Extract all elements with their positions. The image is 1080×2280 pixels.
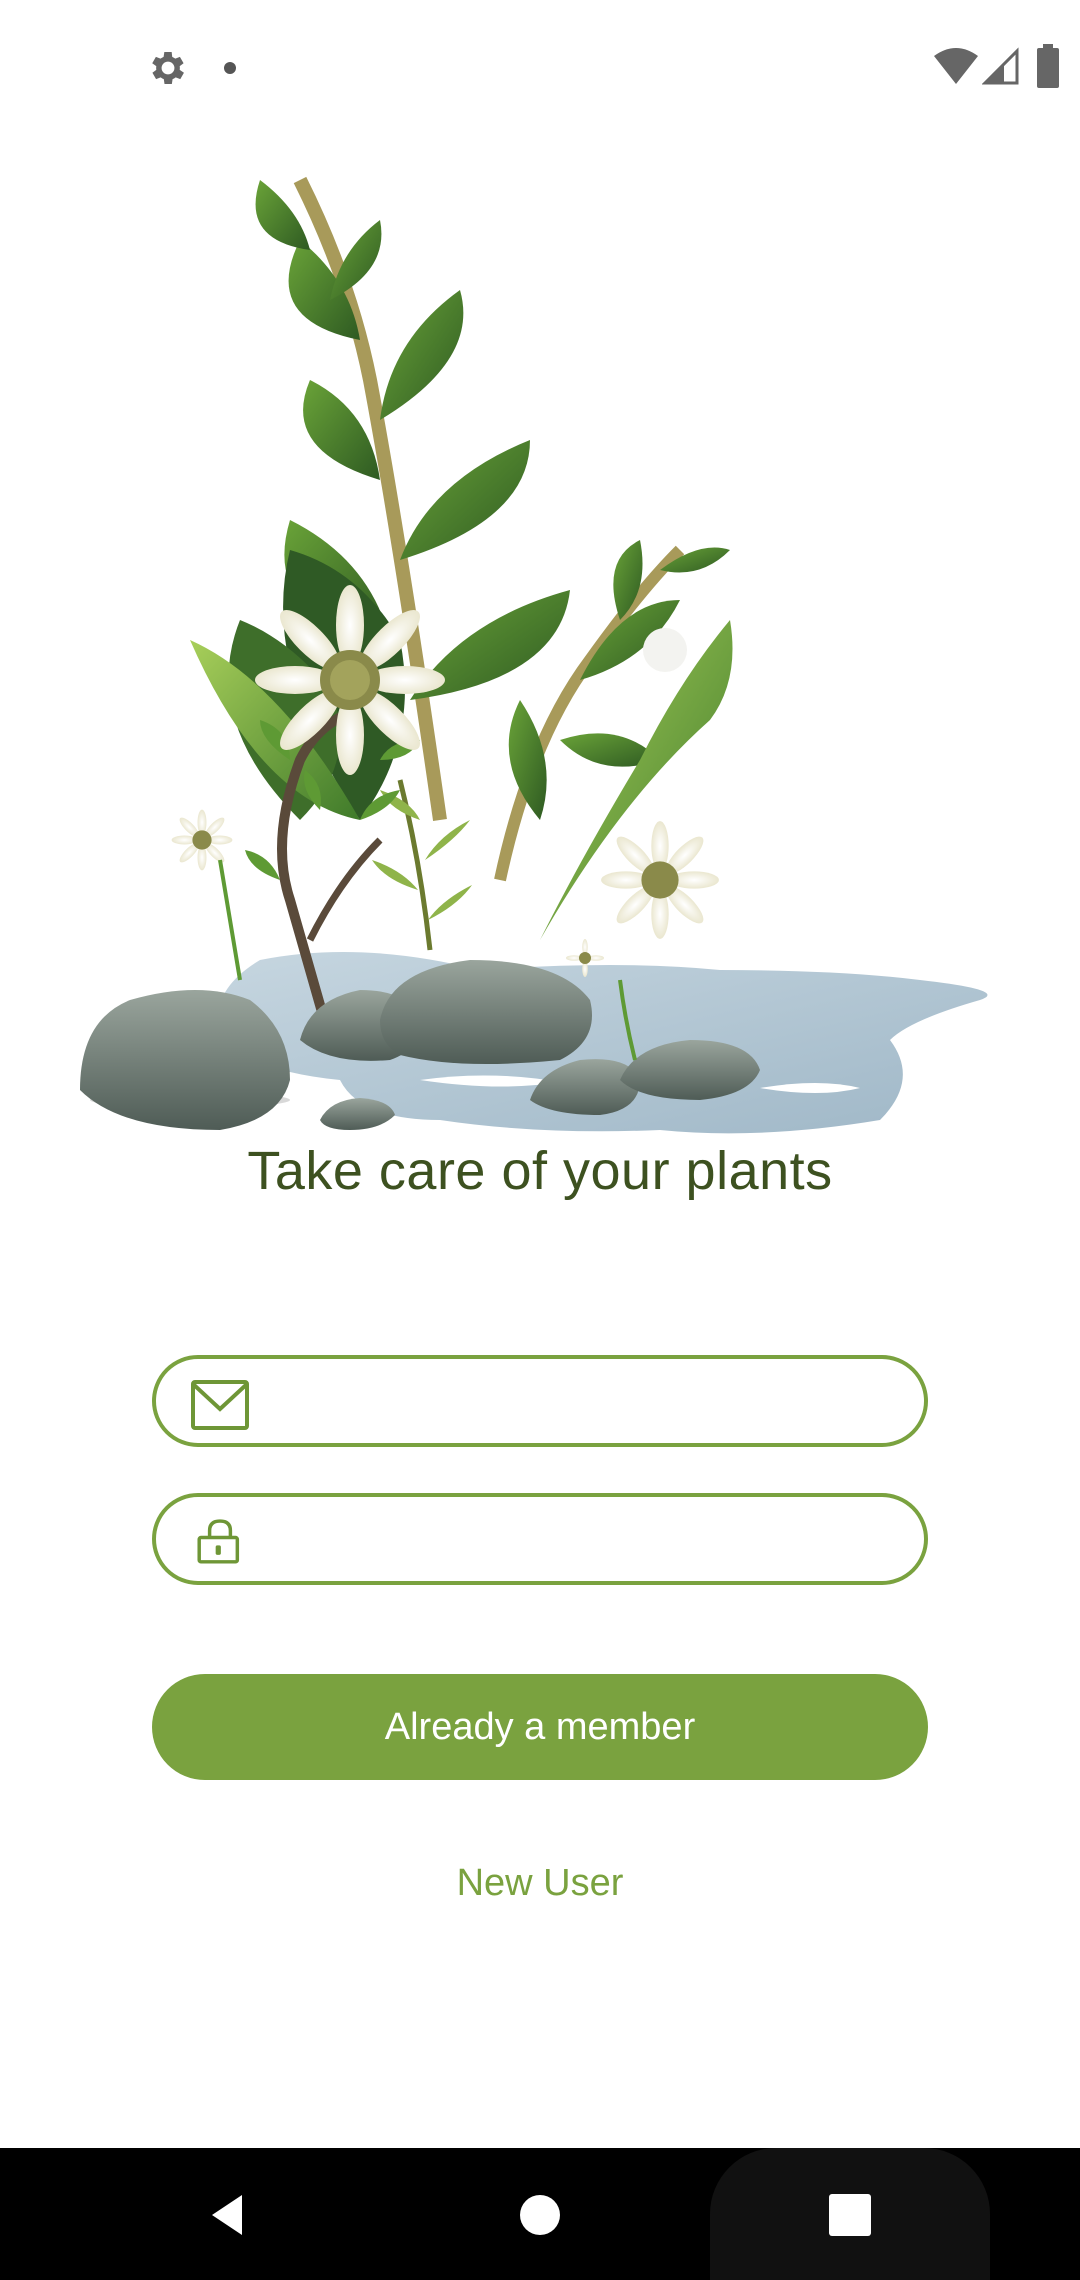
page-title: Take care of your plants xyxy=(247,1141,833,1201)
navigation-bar xyxy=(0,2148,1080,2280)
home-icon[interactable] xyxy=(515,2190,565,2240)
email-input[interactable] xyxy=(276,1359,896,1443)
back-icon[interactable] xyxy=(202,2190,252,2240)
wifi-icon xyxy=(934,48,978,84)
password-field[interactable] xyxy=(152,1493,928,1585)
notification-dot-icon xyxy=(224,62,236,74)
recents-icon[interactable] xyxy=(825,2190,875,2240)
lock-icon xyxy=(197,1519,240,1564)
signal-icon xyxy=(982,47,1019,85)
email-field[interactable] xyxy=(152,1355,928,1447)
status-bar xyxy=(0,0,1080,132)
battery-icon xyxy=(1037,44,1059,88)
plants-and-rocks-illustration xyxy=(80,176,988,1134)
mail-icon xyxy=(191,1380,249,1430)
password-input[interactable] xyxy=(276,1497,896,1581)
already-member-button[interactable]: Already a member xyxy=(152,1674,928,1780)
gear-icon xyxy=(152,52,184,84)
new-user-link[interactable]: New User xyxy=(0,1862,1080,1905)
